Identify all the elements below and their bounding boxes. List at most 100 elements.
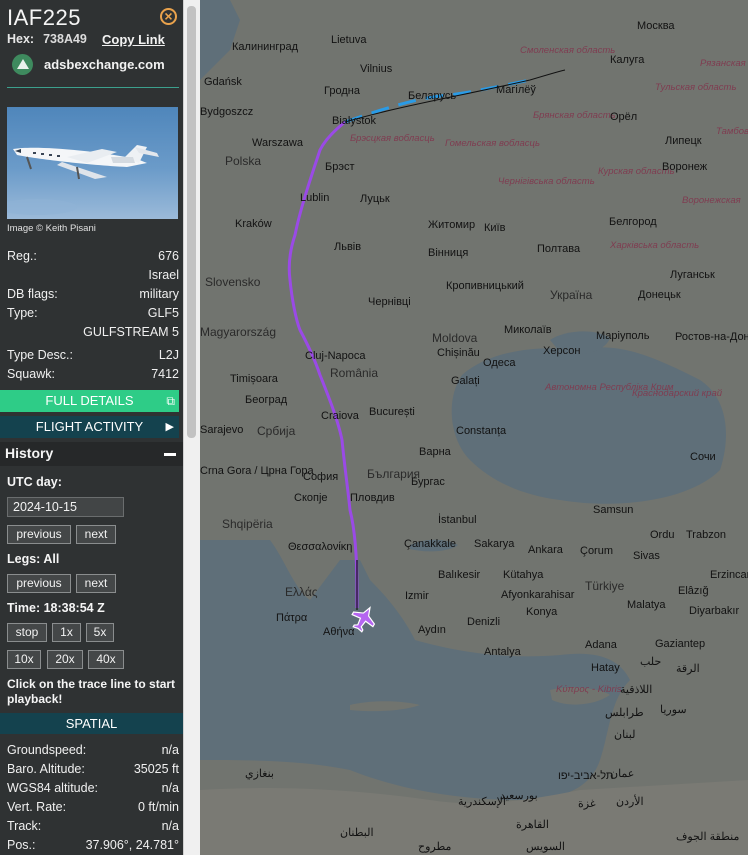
- map-label: Shqipëria: [222, 517, 273, 531]
- map-label: Воронеж: [662, 161, 708, 173]
- map-label: Izmir: [405, 590, 429, 602]
- adsbexchange-logo-icon: [12, 54, 33, 75]
- map-label: Чернігівська область: [498, 176, 595, 187]
- map-label: Hatay: [591, 662, 620, 674]
- flight-activity-button[interactable]: FLIGHT ACTIVITY ▶: [0, 416, 179, 438]
- copy-link[interactable]: Copy Link: [102, 32, 165, 47]
- speed-10x-button[interactable]: 10x: [7, 650, 41, 669]
- field-label: Baro. Altitude:: [7, 762, 85, 776]
- full-details-button[interactable]: FULL DETAILS ⧉: [0, 390, 179, 412]
- history-title: History: [5, 445, 54, 461]
- map-label: Afyonkarahisar: [501, 589, 575, 601]
- field-label: Track:: [7, 819, 42, 833]
- map-label: București: [369, 406, 415, 418]
- field-label: Type Desc.:: [7, 348, 73, 362]
- map-label: Брэст: [325, 161, 355, 173]
- map-label: Lietuva: [331, 34, 367, 46]
- map-label: Chișinău: [437, 347, 480, 359]
- map-label: السويس: [526, 841, 565, 853]
- map-label: Магілёў: [496, 84, 536, 96]
- day-previous-button[interactable]: previous: [7, 525, 71, 544]
- field-value: 37.906°, 24.781°: [85, 838, 179, 852]
- chevron-right-icon: ▶: [165, 421, 174, 433]
- map-label: Galați: [451, 375, 480, 387]
- field-value: 0 ft/min: [138, 800, 179, 814]
- leg-previous-button[interactable]: previous: [7, 574, 71, 593]
- field-value: 676: [158, 249, 179, 263]
- map-label: Cluj-Napoca: [305, 350, 366, 362]
- map-label: Ordu: [650, 529, 675, 541]
- map-label: Ростов-на-Дону: [675, 331, 748, 343]
- speed-40x-button[interactable]: 40x: [88, 650, 124, 669]
- map-label: Constanța: [456, 425, 507, 437]
- field-label: Reg.:: [7, 249, 37, 263]
- date-input[interactable]: 2024-10-15: [7, 497, 124, 517]
- map-label: Trabzon: [686, 529, 726, 541]
- map-label: Краснодарский край: [632, 388, 723, 399]
- history-header[interactable]: History: [0, 442, 183, 466]
- map-label: Херсон: [543, 345, 581, 357]
- spatial-header[interactable]: SPATIAL: [0, 713, 183, 734]
- map-label: Craiova: [321, 410, 359, 422]
- field-label: Pos.:: [7, 838, 36, 852]
- map-label: Sivas: [633, 550, 660, 562]
- map-label: Одеса: [483, 357, 516, 369]
- map-label: Луцьк: [360, 193, 390, 205]
- stop-button[interactable]: stop: [7, 623, 47, 642]
- map-label: Смоленская область: [520, 45, 616, 56]
- flight-activity-label: FLIGHT ACTIVITY: [35, 419, 144, 434]
- aircraft-photo[interactable]: [7, 107, 178, 219]
- external-link-icon: ⧉: [166, 394, 175, 408]
- map-label: Воронежская: [682, 195, 741, 206]
- map-label: Гродна: [324, 85, 360, 97]
- map-label: Polska: [225, 154, 262, 168]
- field-value: 35025 ft: [133, 762, 179, 776]
- field-value: Israel: [148, 268, 179, 282]
- hex-row: Hex: 738A49: [7, 32, 87, 46]
- callsign-title: IAF225: [7, 5, 81, 30]
- map-label: Ankara: [528, 544, 563, 556]
- map-label: תל-אביב-יפו: [558, 770, 614, 782]
- close-icon[interactable]: ×: [160, 8, 177, 25]
- speed-5x-button[interactable]: 5x: [86, 623, 114, 642]
- map-label: Konya: [526, 606, 558, 618]
- map-label: Харківська область: [610, 240, 700, 251]
- map-label: Crna Gora / Црна Гора: [200, 465, 314, 477]
- map-view[interactable]: Москва Калининград Lietuva Смоленская об…: [200, 0, 748, 855]
- day-next-button[interactable]: next: [76, 525, 116, 544]
- map-label: طرابلس: [605, 707, 644, 719]
- map-label: Elâzığ: [678, 585, 709, 597]
- map-label: Θεσσαλονίκη: [288, 541, 353, 553]
- scrollbar-thumb[interactable]: [187, 6, 196, 438]
- map-label: Варна: [419, 446, 451, 458]
- collapse-icon[interactable]: [164, 453, 176, 456]
- map-label: بنغازي: [245, 768, 274, 780]
- map-label: Moldova: [432, 331, 478, 345]
- map-label: Брэсцкая вобласць: [350, 133, 435, 144]
- field-label: Vert. Rate:: [7, 800, 67, 814]
- hex-label: Hex:: [7, 32, 35, 46]
- playback-note: Click on the trace line to start playbac…: [7, 677, 176, 706]
- leg-next-button[interactable]: next: [76, 574, 116, 593]
- speed-20x-button[interactable]: 20x: [47, 650, 83, 669]
- map-label: София: [303, 471, 339, 483]
- field-value: GULFSTREAM 5: [83, 325, 179, 339]
- map-label: Białystok: [332, 115, 377, 127]
- hex-value: 738A49: [43, 32, 87, 46]
- map-label: Калуга: [610, 54, 645, 66]
- map-label: Донецьк: [638, 289, 681, 301]
- legs-label: Legs: All: [7, 552, 60, 566]
- field-value: n/a: [161, 743, 179, 757]
- aircraft-info-panel: IAF225 × Hex: 738A49 Copy Link adsbexchan…: [0, 0, 183, 855]
- sidebar-scrollbar[interactable]: [183, 0, 200, 855]
- map-label: Київ: [484, 222, 506, 234]
- map-label: Bydgoszcz: [200, 106, 254, 118]
- map-label: Сочи: [690, 451, 716, 463]
- map-label: Тульская область: [655, 82, 737, 93]
- map-label: Београд: [245, 394, 288, 406]
- map-label: Kraków: [235, 218, 272, 230]
- map-label: Србија: [257, 424, 296, 438]
- speed-1x-button[interactable]: 1x: [52, 623, 81, 642]
- time-label: Time: 18:38:54 Z: [7, 601, 105, 615]
- map-label: Кропивницький: [446, 280, 524, 292]
